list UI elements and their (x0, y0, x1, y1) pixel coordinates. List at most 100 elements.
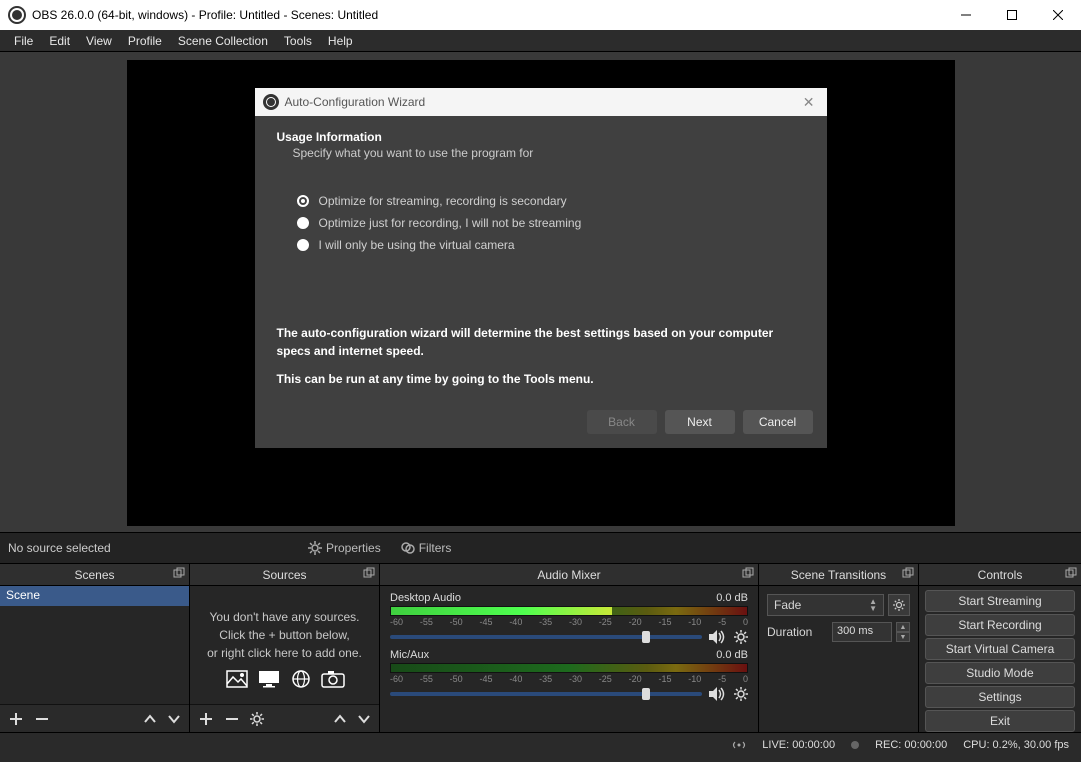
move-source-up-button[interactable] (333, 712, 347, 726)
back-button[interactable]: Back (587, 410, 657, 434)
menu-help[interactable]: Help (320, 32, 361, 50)
menu-scene-collection[interactable]: Scene Collection (170, 32, 276, 50)
popout-icon[interactable] (173, 567, 185, 579)
dialog-body: Usage Information Specify what you want … (255, 116, 827, 396)
radio-label: Optimize for streaming, recording is sec… (319, 194, 567, 208)
menu-bar: File Edit View Profile Scene Collection … (0, 30, 1081, 52)
duration-spinner[interactable]: ▲▼ (896, 622, 910, 642)
record-dot-icon (851, 741, 859, 749)
move-scene-up-button[interactable] (143, 712, 157, 726)
menu-profile[interactable]: Profile (120, 32, 170, 50)
status-rec: REC: 00:00:00 (875, 739, 947, 751)
transition-settings-button[interactable] (888, 594, 910, 616)
transitions-title: Scene Transitions (791, 568, 886, 582)
channel-name: Mic/Aux (390, 649, 429, 661)
settings-button[interactable]: Settings (925, 686, 1075, 708)
channel-name: Desktop Audio (390, 592, 461, 604)
transition-select[interactable]: Fade ▲▼ (767, 594, 884, 616)
mixer-title: Audio Mixer (537, 568, 600, 582)
mixer-header[interactable]: Audio Mixer (380, 564, 758, 586)
channel-meter (390, 663, 748, 673)
dialog-close-button[interactable]: ✕ (799, 94, 819, 111)
remove-scene-button[interactable] (34, 711, 50, 727)
usage-radio-group: Optimize for streaming, recording is sec… (297, 194, 805, 252)
scenes-list[interactable]: Scene (0, 586, 189, 704)
start-streaming-button[interactable]: Start Streaming (925, 590, 1075, 612)
remove-source-button[interactable] (224, 711, 240, 727)
menu-file[interactable]: File (6, 32, 41, 50)
exit-button[interactable]: Exit (925, 710, 1075, 732)
channel-db: 0.0 dB (716, 592, 748, 604)
move-scene-down-button[interactable] (167, 712, 181, 726)
source-toolbar: No source selected Properties Filters (0, 532, 1081, 564)
dialog-button-row: Back Next Cancel (255, 396, 827, 448)
channel-meter (390, 606, 748, 616)
controls-header[interactable]: Controls (919, 564, 1081, 586)
start-recording-button[interactable]: Start Recording (925, 614, 1075, 636)
dialog-titlebar[interactable]: Auto-Configuration Wizard ✕ (255, 88, 827, 116)
duration-input[interactable]: 300 ms (832, 622, 892, 642)
studio-mode-button[interactable]: Studio Mode (925, 662, 1075, 684)
sources-toolbar (190, 704, 379, 732)
status-bar: LIVE: 00:00:00 REC: 00:00:00 CPU: 0.2%, … (0, 732, 1081, 756)
channel-settings-button[interactable] (734, 630, 748, 644)
radio-icon (297, 195, 309, 207)
speaker-icon[interactable] (708, 629, 728, 645)
popout-icon[interactable] (902, 567, 914, 579)
channel-ticks: -60-55-50-45-40-35-30-25-20-15-10-50 (390, 617, 748, 627)
start-virtual-camera-button[interactable]: Start Virtual Camera (925, 638, 1075, 660)
camera-icon (320, 668, 346, 690)
properties-button[interactable]: Properties (298, 532, 391, 564)
transition-selected-label: Fade (774, 598, 801, 612)
dialog-description-1: The auto-configuration wizard will deter… (277, 324, 805, 360)
broadcast-icon (732, 739, 746, 751)
popout-icon[interactable] (363, 567, 375, 579)
radio-icon (297, 239, 309, 251)
add-source-button[interactable] (198, 711, 214, 727)
sources-empty-line3: or right click here to add one. (204, 644, 365, 662)
close-button[interactable] (1035, 0, 1081, 30)
globe-icon (288, 668, 314, 690)
channel-settings-button[interactable] (734, 687, 748, 701)
speaker-icon[interactable] (708, 686, 728, 702)
source-properties-button[interactable] (250, 712, 264, 726)
controls-title: Controls (978, 568, 1023, 582)
transitions-dock: Scene Transitions Fade ▲▼ Duration 300 m… (759, 564, 919, 732)
transitions-body: Fade ▲▼ Duration 300 ms ▲▼ (759, 586, 918, 732)
popout-icon[interactable] (742, 567, 754, 579)
no-source-label: No source selected (8, 541, 298, 555)
add-scene-button[interactable] (8, 711, 24, 727)
mixer-body: Desktop Audio 0.0 dB -60-55-50-45-40-35-3… (380, 586, 758, 732)
radio-virtual-camera[interactable]: I will only be using the virtual camera (297, 238, 805, 252)
menu-view[interactable]: View (78, 32, 120, 50)
scenes-toolbar (0, 704, 189, 732)
cancel-button[interactable]: Cancel (743, 410, 813, 434)
gear-icon (308, 541, 322, 555)
volume-slider[interactable] (390, 692, 702, 696)
menu-tools[interactable]: Tools (276, 32, 320, 50)
maximize-button[interactable] (989, 0, 1035, 30)
scenes-title: Scenes (74, 568, 114, 582)
sources-empty-hint: You don't have any sources. Click the + … (190, 586, 379, 698)
filters-button[interactable]: Filters (391, 532, 462, 564)
transitions-header[interactable]: Scene Transitions (759, 564, 918, 586)
menu-edit[interactable]: Edit (41, 32, 78, 50)
sources-empty-line1: You don't have any sources. (204, 608, 365, 626)
preview-area: Auto-Configuration Wizard ✕ Usage Inform… (0, 52, 1081, 532)
audio-mixer-dock: Audio Mixer Desktop Audio 0.0 dB -60-55-5… (380, 564, 759, 732)
move-source-down-button[interactable] (357, 712, 371, 726)
radio-optimize-recording[interactable]: Optimize just for recording, I will not … (297, 216, 805, 230)
dialog-description-2: This can be run at any time by going to … (277, 372, 805, 386)
status-live: LIVE: 00:00:00 (762, 739, 835, 751)
next-button[interactable]: Next (665, 410, 735, 434)
minimize-button[interactable] (943, 0, 989, 30)
scene-item[interactable]: Scene (0, 586, 189, 606)
sources-header[interactable]: Sources (190, 564, 379, 586)
radio-label: I will only be using the virtual camera (319, 238, 515, 252)
properties-label: Properties (326, 541, 381, 555)
popout-icon[interactable] (1065, 567, 1077, 579)
scenes-header[interactable]: Scenes (0, 564, 189, 586)
sources-list[interactable]: You don't have any sources. Click the + … (190, 586, 379, 704)
volume-slider[interactable] (390, 635, 702, 639)
radio-optimize-streaming[interactable]: Optimize for streaming, recording is sec… (297, 194, 805, 208)
